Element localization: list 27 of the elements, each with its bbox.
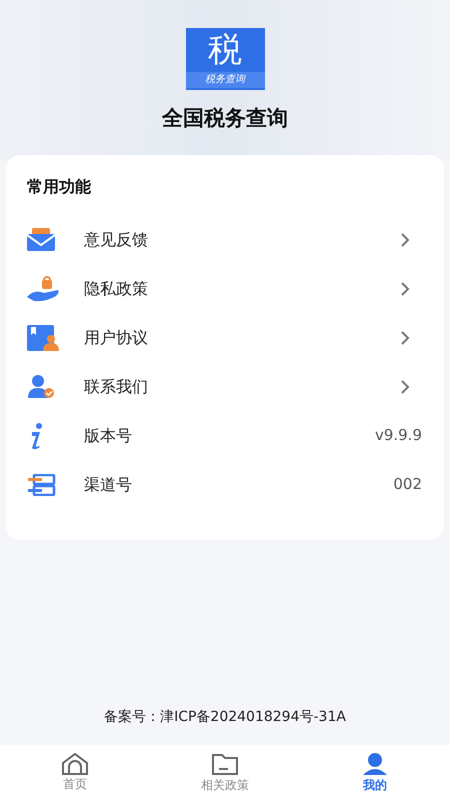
document-person-icon xyxy=(26,324,60,352)
logo-character: 税 xyxy=(208,29,242,72)
person-icon xyxy=(361,752,389,776)
item-label: 版本号 xyxy=(84,424,133,446)
tab[interactable]: 相关政策 xyxy=(150,745,300,800)
tab[interactable]: 首页 xyxy=(0,745,150,800)
numbered-list-icon xyxy=(26,474,56,496)
chevron-right-icon xyxy=(400,330,410,344)
envelope-icon xyxy=(26,228,56,252)
menu-item[interactable]: 用户协议 xyxy=(26,313,424,362)
home-icon xyxy=(61,752,89,774)
item-value: v9.9.9 xyxy=(374,425,422,446)
menu-item[interactable]: 隐私政策 xyxy=(26,264,424,313)
menu-item[interactable]: 意见反馈 xyxy=(26,215,424,264)
chevron-right-icon xyxy=(400,282,410,296)
folder-icon xyxy=(211,752,239,776)
logo-caption: 税务查询 xyxy=(186,72,264,88)
chevron-right-icon xyxy=(400,380,410,394)
chevron-right-icon xyxy=(400,232,410,246)
person-check-icon xyxy=(26,374,56,400)
section-title: 常用功能 xyxy=(27,176,92,198)
menu-item[interactable]: 联系我们 xyxy=(26,362,424,411)
item-value: 002 xyxy=(393,474,422,496)
item-label: 渠道号 xyxy=(84,474,133,496)
record-number: 备案号：津ICP备2024018294号-31A xyxy=(104,708,346,727)
app-title: 全国税务查询 xyxy=(162,105,288,132)
tab[interactable]: 我的 xyxy=(300,745,450,800)
